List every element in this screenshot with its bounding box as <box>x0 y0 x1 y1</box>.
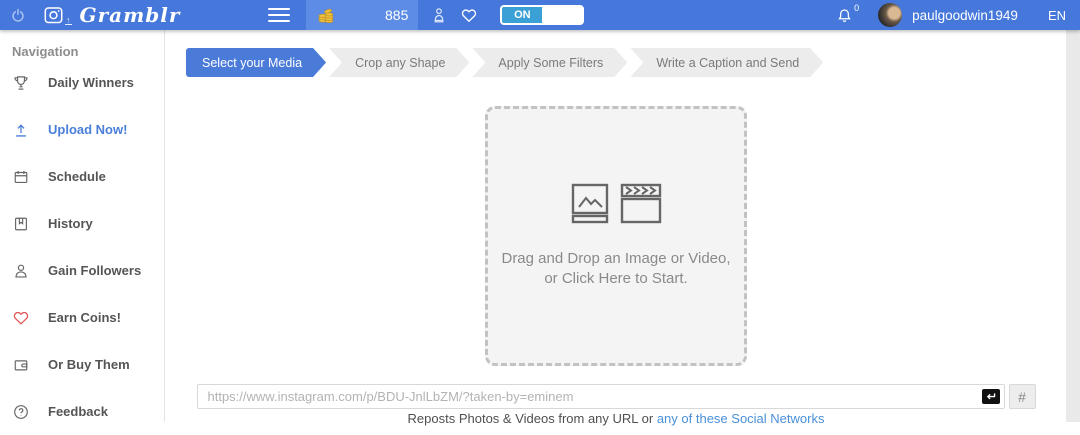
toggle-knob <box>542 7 583 23</box>
trophy-icon <box>12 74 34 92</box>
video-clapper-icon <box>620 183 661 223</box>
step-label: Select your Media <box>202 55 303 70</box>
repost-note: Reposts Photos & Videos from any URL or … <box>166 411 1066 426</box>
instagram-icon[interactable]: ↑ <box>43 5 72 25</box>
sidebar-item-history[interactable]: History <box>0 200 164 247</box>
sidebar: Navigation Daily Winners Upload Now! Sch… <box>0 30 165 422</box>
coin-balance-panel[interactable]: 885 <box>306 0 419 30</box>
dropzone-text: Drag and Drop an Image or Video, or Clic… <box>501 249 730 290</box>
scrollbar-track[interactable] <box>1066 30 1080 422</box>
rank-icon[interactable] <box>432 7 446 23</box>
history-icon <box>12 215 34 233</box>
dropzone-icons <box>570 183 663 225</box>
question-icon <box>12 403 34 421</box>
wallet-icon <box>12 356 34 374</box>
power-icon[interactable] <box>10 7 26 23</box>
image-icon <box>571 183 608 223</box>
app-logo[interactable]: Gramblr <box>80 3 181 27</box>
username[interactable]: paulgoodwin1949 <box>912 8 1018 23</box>
sidebar-item-label: Daily Winners <box>48 75 134 90</box>
step-label: Apply Some Filters <box>498 55 604 70</box>
step-apply-filters[interactable]: Apply Some Filters <box>472 48 627 77</box>
wizard-steps: Select your Media Crop any Shape Apply S… <box>186 48 826 77</box>
person-icon <box>12 262 34 280</box>
social-networks-link[interactable]: any of these Social Networks <box>657 411 825 426</box>
avatar[interactable] <box>878 3 903 27</box>
on-off-toggle[interactable]: ON <box>500 5 585 25</box>
coin-count: 885 <box>385 7 409 23</box>
sidebar-item-gain-followers[interactable]: Gain Followers <box>0 247 164 294</box>
step-crop-shape[interactable]: Crop any Shape <box>329 48 469 77</box>
sidebar-item-label: Gain Followers <box>48 263 142 278</box>
calendar-icon <box>12 168 34 186</box>
upload-arrow-glyph: ↑ <box>65 15 72 25</box>
sidebar-item-upload-now[interactable]: Upload Now! <box>0 106 164 153</box>
language-selector[interactable]: EN <box>1048 8 1066 23</box>
url-bar: # <box>166 384 1066 409</box>
sidebar-item-label: Upload Now! <box>48 122 128 137</box>
step-select-media[interactable]: Select your Media <box>186 48 326 77</box>
sidebar-item-schedule[interactable]: Schedule <box>0 153 164 200</box>
repost-note-text: Reposts Photos & Videos from any URL or <box>407 411 657 426</box>
sidebar-title: Navigation <box>12 44 79 59</box>
step-label: Crop any Shape <box>355 55 446 70</box>
bell-icon[interactable]: 0 <box>837 3 859 24</box>
sidebar-item-earn-coins[interactable]: Earn Coins! <box>0 294 164 341</box>
upload-icon <box>12 121 34 139</box>
sidebar-item-label: Schedule <box>48 169 106 184</box>
sidebar-item-feedback[interactable]: Feedback <box>0 388 164 435</box>
sidebar-item-label: Or Buy Them <box>48 357 130 372</box>
top-bar: ↑ Gramblr 885 ON 0 paulgoodwin1949 EN <box>0 0 1080 30</box>
sidebar-item-label: History <box>48 216 93 231</box>
sidebar-item-or-buy-them[interactable]: Or Buy Them <box>0 341 164 388</box>
sidebar-item-label: Feedback <box>48 404 108 419</box>
enter-key-icon[interactable] <box>981 389 1000 404</box>
sidebar-item-daily-winners[interactable]: Daily Winners <box>0 59 164 106</box>
main-content: Select your Media Crop any Shape Apply S… <box>166 30 1066 426</box>
url-input[interactable] <box>196 384 1005 409</box>
coins-icon <box>318 8 334 23</box>
media-dropzone[interactable]: Drag and Drop an Image or Video, or Clic… <box>485 106 747 366</box>
step-caption-send[interactable]: Write a Caption and Send <box>630 48 823 77</box>
toggle-on-label: ON <box>514 9 531 21</box>
dropzone-line1: Drag and Drop an Image or Video, <box>501 249 731 267</box>
notification-count: 0 <box>854 2 860 13</box>
heart-icon <box>12 309 34 326</box>
heart-icon[interactable] <box>460 7 478 23</box>
hashtag-button[interactable]: # <box>1008 384 1036 409</box>
step-label: Write a Caption and Send <box>656 55 800 70</box>
sidebar-item-label: Earn Coins! <box>48 310 121 325</box>
hamburger-icon[interactable] <box>268 4 291 26</box>
dropzone-line2: or Click Here to Start. <box>544 270 688 287</box>
